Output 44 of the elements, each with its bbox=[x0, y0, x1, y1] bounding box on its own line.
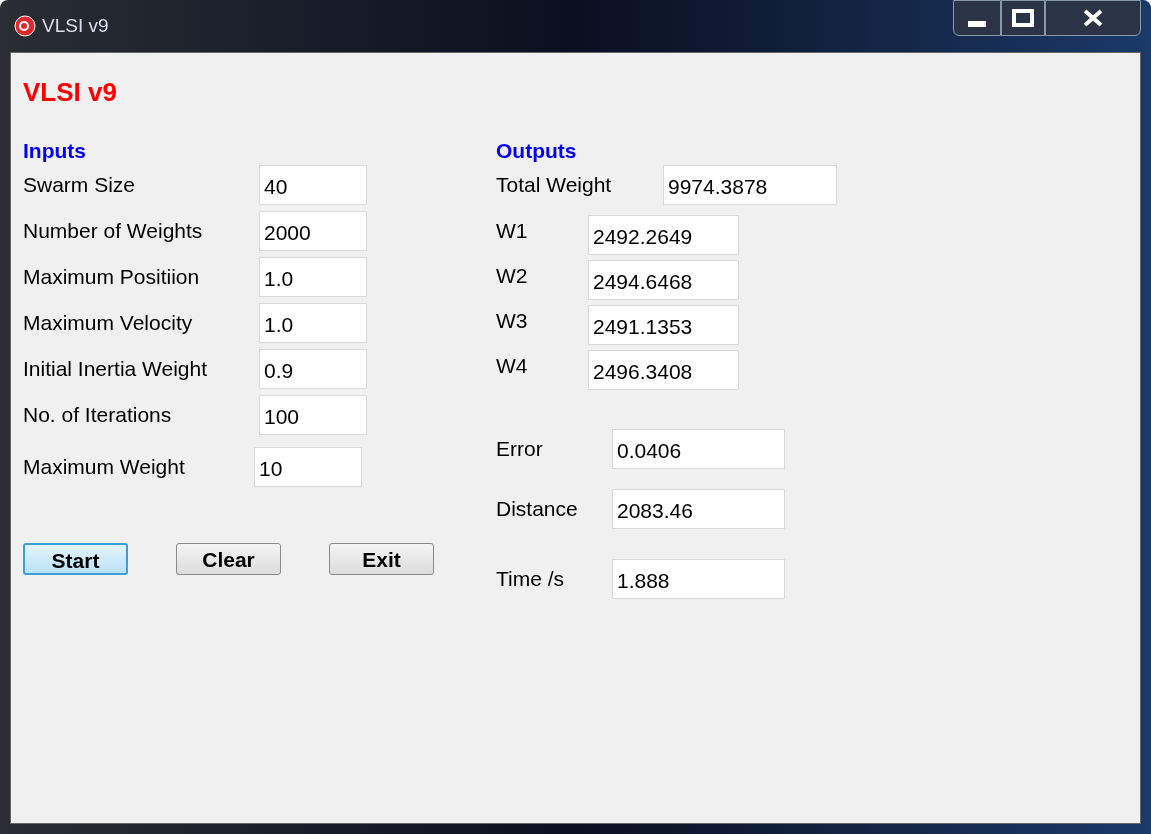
field-label: Maximum Positiion bbox=[23, 264, 201, 291]
text-field[interactable]: 1.0 bbox=[259, 303, 367, 343]
text-field[interactable]: 2492.2649 bbox=[588, 215, 739, 255]
close-icon bbox=[1082, 9, 1104, 27]
text-field[interactable]: 9974.3878 bbox=[663, 165, 837, 205]
field-label: Maximum Weight bbox=[23, 454, 186, 481]
text-field[interactable]: 1.888 bbox=[612, 559, 785, 599]
window-title: VLSI v9 bbox=[42, 13, 109, 38]
text-field[interactable]: 1.0 bbox=[259, 257, 367, 297]
minimize-icon bbox=[968, 21, 986, 27]
app-icon bbox=[14, 15, 36, 37]
maximize-button[interactable] bbox=[1001, 0, 1045, 36]
close-button[interactable] bbox=[1045, 0, 1141, 36]
field-label: W2 bbox=[496, 263, 529, 289]
minimize-button[interactable] bbox=[953, 0, 1001, 36]
field-label: No. of Iterations bbox=[23, 402, 173, 429]
field-label: Number of Weights bbox=[23, 218, 204, 245]
section-heading: Inputs bbox=[23, 138, 87, 164]
field-label: Swarm Size bbox=[23, 172, 137, 199]
field-label: Initial Inertia Weight bbox=[23, 356, 209, 383]
app-title: VLSI v9 bbox=[23, 77, 118, 107]
action-button[interactable]: Start bbox=[23, 543, 128, 575]
text-field[interactable]: 10 bbox=[254, 447, 362, 487]
text-field[interactable]: 0.9 bbox=[259, 349, 367, 389]
text-field[interactable]: 2496.3408 bbox=[588, 350, 739, 390]
field-label: Maximum Velocity bbox=[23, 310, 194, 337]
field-label: Time /s bbox=[496, 566, 566, 593]
text-field[interactable]: 100 bbox=[259, 395, 367, 435]
text-field[interactable]: 2000 bbox=[259, 211, 367, 251]
maximize-icon bbox=[1012, 9, 1034, 27]
text-field[interactable]: 2491.1353 bbox=[588, 305, 739, 345]
text-field[interactable]: 40 bbox=[259, 165, 367, 205]
field-label: W3 bbox=[496, 308, 529, 334]
action-button[interactable]: Clear bbox=[176, 543, 281, 575]
text-field[interactable]: 2083.46 bbox=[612, 489, 785, 529]
text-field[interactable]: 0.0406 bbox=[612, 429, 785, 469]
field-label: W1 bbox=[496, 218, 529, 244]
field-label: W4 bbox=[496, 353, 529, 379]
section-heading: Outputs bbox=[496, 138, 578, 164]
field-label: Error bbox=[496, 436, 544, 463]
field-label: Total Weight bbox=[496, 172, 613, 199]
text-field[interactable]: 2494.6468 bbox=[588, 260, 739, 300]
field-label: Distance bbox=[496, 496, 579, 523]
action-button[interactable]: Exit bbox=[329, 543, 434, 575]
